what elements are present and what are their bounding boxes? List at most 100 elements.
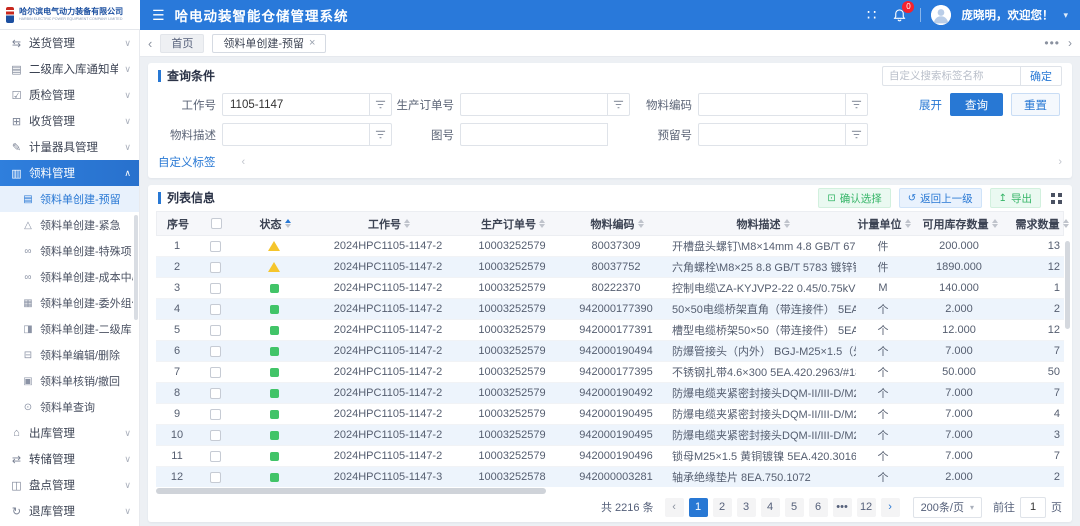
col-unit[interactable]: 计量单位 [857,216,911,232]
col-work-no[interactable]: 工作号 [317,216,461,232]
col-material-desc[interactable]: 物料描述 [669,216,857,232]
sidebar-subitem[interactable]: ⊟ 领料单编辑/删除 [0,342,139,368]
reset-button[interactable]: 重置 [1011,93,1060,116]
sidebar-item[interactable]: ⇄ 转储管理 ∨ [0,446,139,472]
table-row[interactable]: 1 2024HPC1105-1147-2 10003252579 8003730… [156,236,1064,257]
row-checkbox[interactable] [210,262,221,273]
sidebar-subitem[interactable]: ∞ 领料单创建-特殊项目 [0,238,139,264]
row-checkbox[interactable] [210,325,221,336]
export-button[interactable]: ↥ 导出 [990,188,1041,208]
query-field-input[interactable] [222,93,370,116]
page-number[interactable]: 3 [737,498,756,517]
tab-scroll-left-icon[interactable]: ‹ [148,36,152,51]
horizontal-scrollbar[interactable] [156,488,546,494]
sidebar-item-material-management[interactable]: ▥ 领料管理 ∧ [0,160,139,186]
page-tab[interactable]: 领料单创建-预留 × [212,34,326,53]
goto-page-input[interactable] [1020,497,1046,518]
page-number[interactable]: 4 [761,498,780,517]
sidebar-item[interactable]: ⊞ 收货管理 ∨ [0,108,139,134]
sidebar-item[interactable]: ◫ 盘点管理 ∨ [0,472,139,498]
tab-more-icon[interactable]: ••• [1044,36,1060,50]
query-field-input[interactable] [460,93,608,116]
sidebar-subitem[interactable]: ⊙ 领料单查询 [0,394,139,420]
user-menu-caret-icon[interactable]: ▾ [1063,10,1068,21]
sidebar-item[interactable]: ✎ 计量器具管理 ∨ [0,134,139,160]
page-number[interactable]: 2 [713,498,732,517]
custom-tags-link[interactable]: 自定义标签 [158,154,216,170]
sidebar-subitem[interactable]: ◨ 领料单创建-二级库 [0,316,139,342]
sort-icon[interactable] [905,219,911,228]
sort-icon[interactable] [638,219,644,228]
page-number[interactable]: 1 [689,498,708,517]
sort-icon[interactable] [1063,219,1069,228]
confirm-select-button[interactable]: ⊡ 确认选择 [818,188,890,208]
sidebar-item[interactable]: ↻ 退库管理 ∨ [0,498,139,524]
col-production-order[interactable]: 生产订单号 [461,216,565,232]
table-row[interactable]: 4 2024HPC1105-1147-2 10003252579 9420001… [156,299,1064,320]
table-row[interactable]: 3 2024HPC1105-1147-2 10003252579 8022237… [156,278,1064,299]
user-avatar[interactable] [931,5,951,25]
sidebar-item[interactable]: ☑ 质检管理 ∨ [0,82,139,108]
sidebar-subitem[interactable]: ∞ 领料单创建-成本中心 [0,264,139,290]
row-checkbox[interactable] [210,430,221,441]
sidebar-subitem[interactable]: △ 领料单创建-紧急 [0,212,139,238]
column-settings-icon[interactable] [1051,193,1062,204]
vertical-scrollbar[interactable] [1065,241,1070,329]
tab-scroll-right-icon[interactable]: › [1068,36,1072,50]
sidebar-subitem[interactable]: ▤ 领料单创建-预留 [0,186,139,212]
tag-confirm-button[interactable]: 确定 [1020,66,1062,86]
table-row[interactable]: 6 2024HPC1105-1147-2 10003252579 9420001… [156,341,1064,362]
page-number[interactable]: 5 [785,498,804,517]
table-row[interactable]: 5 2024HPC1105-1147-2 10003252579 9420001… [156,320,1064,341]
prev-page-icon[interactable]: ‹ [665,498,684,517]
sidebar-scrollbar[interactable] [134,215,138,320]
sidebar-subitem[interactable]: ▦ 领料单创建-委外组件 [0,290,139,316]
table-row[interactable]: 7 2024HPC1105-1147-2 10003252579 9420001… [156,362,1064,383]
sidebar-item[interactable]: ⌂ 出库管理 ∨ [0,420,139,446]
row-checkbox[interactable] [210,451,221,462]
col-material-code[interactable]: 物料编码 [565,216,669,232]
table-row[interactable]: 8 2024HPC1105-1147-2 10003252579 9420001… [156,383,1064,404]
table-row[interactable]: 2 2024HPC1105-1147-2 10003252579 8003775… [156,257,1064,278]
table-row[interactable]: 11 2024HPC1105-1147-2 10003252579 942000… [156,446,1064,467]
page-tab[interactable]: 首页 [160,34,204,53]
notification-bell-icon[interactable]: 0 [888,4,910,26]
custom-tag-name-input[interactable] [882,66,1020,86]
menu-collapse-icon[interactable]: ☰ [152,7,165,24]
sort-icon[interactable] [992,219,998,228]
sidebar-item[interactable]: ⇆ 送货管理 ∨ [0,30,139,56]
field-filter-icon[interactable] [846,123,868,146]
next-page-icon[interactable]: › [881,498,900,517]
field-filter-icon[interactable] [370,93,392,116]
col-available-stock[interactable]: 可用库存数量 [911,216,1009,232]
search-button[interactable]: 查询 [950,93,1003,116]
field-filter-icon[interactable] [370,123,392,146]
sort-icon[interactable] [404,219,410,228]
row-checkbox[interactable] [210,346,221,357]
query-field-input[interactable] [460,123,608,146]
row-checkbox[interactable] [210,241,221,252]
row-checkbox[interactable] [210,409,221,420]
back-up-level-button[interactable]: ↺ 返回上一级 [899,188,982,208]
expand-link[interactable]: 展开 [919,97,942,113]
field-filter-icon[interactable] [608,93,630,116]
table-row[interactable]: 12 2024HPC1105-1147-3 10003252578 942000… [156,467,1064,487]
tags-scroll-left-icon[interactable]: ‹ [242,156,246,168]
row-checkbox[interactable] [210,472,221,483]
row-checkbox[interactable] [210,388,221,399]
col-status[interactable]: 状态 [233,216,317,232]
page-number[interactable]: ••• [833,498,852,517]
tags-scroll-right-icon[interactable]: › [1058,156,1062,168]
sort-icon[interactable] [784,219,790,228]
page-number[interactable]: 12 [857,498,876,517]
sort-icon[interactable] [539,219,545,228]
tab-close-icon[interactable]: × [309,37,315,49]
row-checkbox[interactable] [210,283,221,294]
col-demand-qty[interactable]: 需求数量 [1009,216,1072,232]
select-all-checkbox[interactable] [211,218,222,229]
query-field-input[interactable] [698,93,846,116]
query-field-input[interactable] [222,123,370,146]
fullscreen-icon[interactable]: ∷ [867,6,879,24]
table-row[interactable]: 10 2024HPC1105-1147-2 10003252579 942000… [156,425,1064,446]
field-filter-icon[interactable] [846,93,868,116]
